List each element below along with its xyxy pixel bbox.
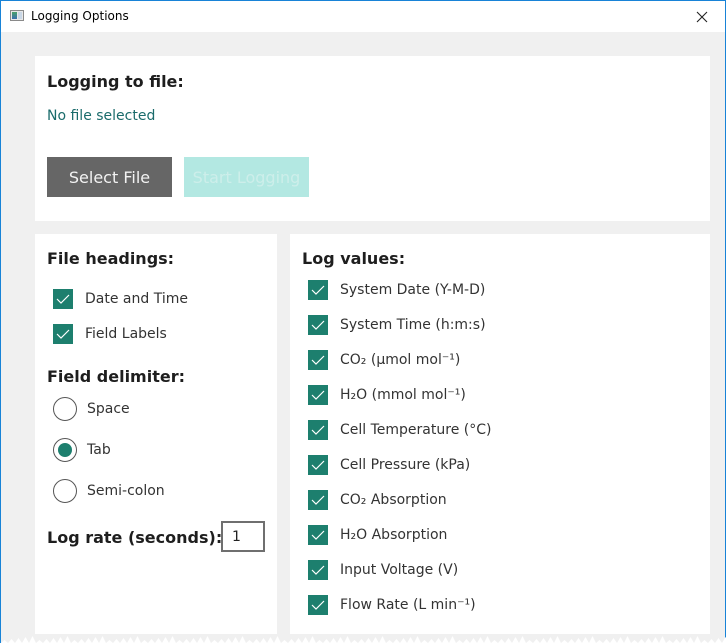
app-window-icon <box>10 10 24 21</box>
checkbox-field-labels[interactable]: Field Labels <box>53 324 167 344</box>
log-values-panel: Log values: System Date (Y-M-D) System Ti… <box>290 234 710 634</box>
torn-edge-decoration <box>1 636 726 643</box>
title-bar: Logging Options <box>1 1 725 32</box>
log-values-heading: Log values: <box>302 249 406 268</box>
checkbox-label: Cell Pressure (kPa) <box>340 457 471 473</box>
radio-label: Space <box>87 401 130 417</box>
checkbox-log-value[interactable]: CO₂ (µmol mol⁻¹) <box>308 350 460 370</box>
field-delimiter-heading: Field delimiter: <box>47 367 185 386</box>
checkbox-checked-icon <box>308 595 328 615</box>
checkbox-label: Field Labels <box>85 326 167 342</box>
checkbox-checked-icon <box>308 280 328 300</box>
checkbox-log-value[interactable]: H₂O Absorption <box>308 525 447 545</box>
file-format-panel: File headings: Date and Time Field Label… <box>35 234 277 634</box>
radio-unselected-icon <box>53 397 77 421</box>
checkbox-log-value[interactable]: Flow Rate (L min⁻¹) <box>308 595 476 615</box>
checkbox-label: Date and Time <box>85 291 188 307</box>
checkbox-label: System Time (h:m:s) <box>340 317 486 333</box>
radio-label: Semi-colon <box>87 483 165 499</box>
radio-tab[interactable]: Tab <box>53 438 111 462</box>
close-icon <box>696 11 708 22</box>
radio-label: Tab <box>87 442 111 458</box>
checkbox-label: CO₂ (µmol mol⁻¹) <box>340 352 461 368</box>
checkbox-checked-icon <box>308 525 328 545</box>
checkbox-checked-icon <box>308 490 328 510</box>
checkbox-checked-icon <box>308 455 328 475</box>
checkbox-checked-icon <box>53 324 73 344</box>
radio-space[interactable]: Space <box>53 397 130 421</box>
checkbox-log-value[interactable]: System Date (Y-M-D) <box>308 280 485 300</box>
close-button[interactable] <box>679 1 725 32</box>
file-status-text: No file selected <box>47 108 156 124</box>
checkbox-checked-icon <box>53 289 73 309</box>
select-file-button[interactable]: Select File <box>47 157 172 197</box>
checkbox-date-and-time[interactable]: Date and Time <box>53 289 188 309</box>
logging-to-file-heading: Logging to file: <box>47 72 184 91</box>
checkbox-label: CO₂ Absorption <box>340 492 447 508</box>
log-rate-input[interactable] <box>221 521 265 552</box>
checkbox-log-value[interactable]: H₂O (mmol mol⁻¹) <box>308 385 466 405</box>
radio-selected-icon <box>53 438 77 462</box>
log-rate-label: Log rate (seconds): <box>47 528 223 547</box>
checkbox-checked-icon <box>308 350 328 370</box>
file-headings-heading: File headings: <box>47 249 175 268</box>
checkbox-log-value[interactable]: Cell Temperature (°C) <box>308 420 491 440</box>
checkbox-label: H₂O (mmol mol⁻¹) <box>340 387 466 403</box>
checkbox-checked-icon <box>308 385 328 405</box>
logging-options-window: Logging Options Logging to file: No file… <box>0 0 726 643</box>
checkbox-log-value[interactable]: CO₂ Absorption <box>308 490 447 510</box>
checkbox-label: Cell Temperature (°C) <box>340 422 492 438</box>
checkbox-log-value[interactable]: System Time (h:m:s) <box>308 315 486 335</box>
checkbox-label: System Date (Y-M-D) <box>340 282 486 298</box>
checkbox-checked-icon <box>308 560 328 580</box>
checkbox-log-value[interactable]: Input Voltage (V) <box>308 560 458 580</box>
checkbox-log-value[interactable]: Cell Pressure (kPa) <box>308 455 470 475</box>
radio-unselected-icon <box>53 479 77 503</box>
checkbox-checked-icon <box>308 315 328 335</box>
checkbox-label: Input Voltage (V) <box>340 562 459 578</box>
start-logging-button[interactable]: Start Logging <box>184 157 309 197</box>
checkbox-checked-icon <box>308 420 328 440</box>
window-title: Logging Options <box>31 9 129 23</box>
logging-to-file-panel: Logging to file: No file selected Select… <box>35 56 710 221</box>
radio-semi-colon[interactable]: Semi-colon <box>53 479 165 503</box>
checkbox-label: H₂O Absorption <box>340 527 448 543</box>
checkbox-label: Flow Rate (L min⁻¹) <box>340 597 476 613</box>
